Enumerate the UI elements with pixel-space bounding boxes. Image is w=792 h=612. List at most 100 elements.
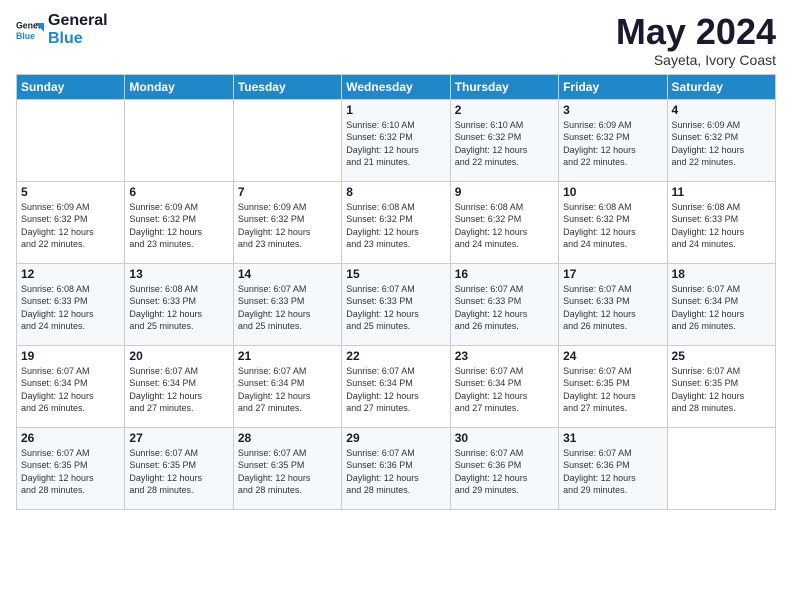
- day-info: Sunrise: 6:07 AMSunset: 6:36 PMDaylight:…: [563, 447, 662, 497]
- day-number: 14: [238, 267, 337, 281]
- day-info: Sunrise: 6:07 AMSunset: 6:34 PMDaylight:…: [129, 365, 228, 415]
- day-info: Sunrise: 6:07 AMSunset: 6:34 PMDaylight:…: [21, 365, 120, 415]
- calendar-cell: 7Sunrise: 6:09 AMSunset: 6:32 PMDaylight…: [233, 181, 341, 263]
- day-info: Sunrise: 6:07 AMSunset: 6:35 PMDaylight:…: [563, 365, 662, 415]
- day-info: Sunrise: 6:07 AMSunset: 6:34 PMDaylight:…: [346, 365, 445, 415]
- calendar-header: SundayMondayTuesdayWednesdayThursdayFrid…: [17, 74, 776, 99]
- day-info: Sunrise: 6:10 AMSunset: 6:32 PMDaylight:…: [455, 119, 554, 169]
- day-info: Sunrise: 6:08 AMSunset: 6:33 PMDaylight:…: [21, 283, 120, 333]
- day-info: Sunrise: 6:07 AMSunset: 6:35 PMDaylight:…: [672, 365, 771, 415]
- calendar-cell: 22 Sunrise: 6:07 AMSunset: 6:34 PMDayligh…: [342, 345, 450, 427]
- day-number: 29: [346, 431, 445, 445]
- weekday-header-sunday: Sunday: [17, 74, 125, 99]
- calendar-cell: 21 Sunrise: 6:07 AMSunset: 6:34 PMDayligh…: [233, 345, 341, 427]
- day-number: 2: [455, 103, 554, 117]
- day-number: 17: [563, 267, 662, 281]
- logo-line2: Blue: [48, 30, 108, 48]
- weekday-header-wednesday: Wednesday: [342, 74, 450, 99]
- calendar-cell: 24 Sunrise: 6:07 AMSunset: 6:35 PMDayligh…: [559, 345, 667, 427]
- day-number: 22: [346, 349, 445, 363]
- title-section: May 2024 Sayeta, Ivory Coast: [616, 12, 776, 68]
- day-info: Sunrise: 6:07 AMSunset: 6:34 PMDaylight:…: [238, 365, 337, 415]
- day-number: 23: [455, 349, 554, 363]
- day-number: 11: [672, 185, 771, 199]
- day-number: 9: [455, 185, 554, 199]
- day-info: Sunrise: 6:07 AMSunset: 6:34 PMDaylight:…: [455, 365, 554, 415]
- calendar-cell: 8 Sunrise: 6:08 AMSunset: 6:32 PMDaylight…: [342, 181, 450, 263]
- calendar-cell: 9 Sunrise: 6:08 AMSunset: 6:32 PMDaylight…: [450, 181, 558, 263]
- calendar-cell: [667, 427, 775, 509]
- svg-text:Blue: Blue: [16, 30, 35, 40]
- day-number: 8: [346, 185, 445, 199]
- day-info: Sunrise: 6:08 AMSunset: 6:33 PMDaylight:…: [672, 201, 771, 251]
- calendar-cell: 2 Sunrise: 6:10 AMSunset: 6:32 PMDaylight…: [450, 99, 558, 181]
- day-info: Sunrise: 6:07 AMSunset: 6:35 PMDaylight:…: [238, 447, 337, 497]
- day-info: Sunrise: 6:07 AMSunset: 6:33 PMDaylight:…: [455, 283, 554, 333]
- day-info: Sunrise: 6:10 AMSunset: 6:32 PMDaylight:…: [346, 119, 445, 169]
- calendar-cell: 23 Sunrise: 6:07 AMSunset: 6:34 PMDayligh…: [450, 345, 558, 427]
- day-number: 24: [563, 349, 662, 363]
- day-number: 25: [672, 349, 771, 363]
- calendar-cell: 13Sunrise: 6:08 AMSunset: 6:33 PMDayligh…: [125, 263, 233, 345]
- day-number: 28: [238, 431, 337, 445]
- day-number: 4: [672, 103, 771, 117]
- logo-wordmark: General Blue: [48, 12, 108, 47]
- calendar-cell: 15Sunrise: 6:07 AMSunset: 6:33 PMDayligh…: [342, 263, 450, 345]
- calendar-cell: 10Sunrise: 6:08 AMSunset: 6:32 PMDayligh…: [559, 181, 667, 263]
- logo: General Blue General Blue: [16, 12, 108, 47]
- weekday-header-tuesday: Tuesday: [233, 74, 341, 99]
- day-info: Sunrise: 6:09 AMSunset: 6:32 PMDaylight:…: [238, 201, 337, 251]
- calendar-week-2: 5 Sunrise: 6:09 AMSunset: 6:32 PMDaylight…: [17, 181, 776, 263]
- weekday-header-thursday: Thursday: [450, 74, 558, 99]
- calendar-cell: 3 Sunrise: 6:09 AMSunset: 6:32 PMDaylight…: [559, 99, 667, 181]
- header: General Blue General Blue May 2024 Sayet…: [16, 12, 776, 68]
- day-info: Sunrise: 6:09 AMSunset: 6:32 PMDaylight:…: [563, 119, 662, 169]
- calendar-cell: 28 Sunrise: 6:07 AMSunset: 6:35 PMDayligh…: [233, 427, 341, 509]
- day-info: Sunrise: 6:07 AMSunset: 6:33 PMDaylight:…: [238, 283, 337, 333]
- day-number: 18: [672, 267, 771, 281]
- calendar-cell: [233, 99, 341, 181]
- month-title: May 2024: [616, 12, 776, 52]
- calendar-cell: 1 Sunrise: 6:10 AMSunset: 6:32 PMDaylight…: [342, 99, 450, 181]
- day-info: Sunrise: 6:08 AMSunset: 6:32 PMDaylight:…: [563, 201, 662, 251]
- calendar-body: 1 Sunrise: 6:10 AMSunset: 6:32 PMDaylight…: [17, 99, 776, 509]
- calendar-cell: 25 Sunrise: 6:07 AMSunset: 6:35 PMDayligh…: [667, 345, 775, 427]
- calendar-cell: 26Sunrise: 6:07 AMSunset: 6:35 PMDayligh…: [17, 427, 125, 509]
- day-number: 12: [21, 267, 120, 281]
- day-number: 30: [455, 431, 554, 445]
- day-info: Sunrise: 6:07 AMSunset: 6:36 PMDaylight:…: [346, 447, 445, 497]
- day-info: Sunrise: 6:09 AMSunset: 6:32 PMDaylight:…: [129, 201, 228, 251]
- calendar-cell: 20Sunrise: 6:07 AMSunset: 6:34 PMDayligh…: [125, 345, 233, 427]
- day-number: 21: [238, 349, 337, 363]
- day-info: Sunrise: 6:07 AMSunset: 6:36 PMDaylight:…: [455, 447, 554, 497]
- day-number: 13: [129, 267, 228, 281]
- weekday-header-friday: Friday: [559, 74, 667, 99]
- calendar-cell: 4Sunrise: 6:09 AMSunset: 6:32 PMDaylight…: [667, 99, 775, 181]
- calendar-cell: 29 Sunrise: 6:07 AMSunset: 6:36 PMDayligh…: [342, 427, 450, 509]
- day-info: Sunrise: 6:08 AMSunset: 6:32 PMDaylight:…: [346, 201, 445, 251]
- day-number: 31: [563, 431, 662, 445]
- day-number: 3: [563, 103, 662, 117]
- calendar-table: SundayMondayTuesdayWednesdayThursdayFrid…: [16, 74, 776, 510]
- day-number: 1: [346, 103, 445, 117]
- calendar-cell: 31 Sunrise: 6:07 AMSunset: 6:36 PMDayligh…: [559, 427, 667, 509]
- calendar-cell: 19Sunrise: 6:07 AMSunset: 6:34 PMDayligh…: [17, 345, 125, 427]
- day-number: 27: [129, 431, 228, 445]
- weekday-header-row: SundayMondayTuesdayWednesdayThursdayFrid…: [17, 74, 776, 99]
- calendar-cell: 11 Sunrise: 6:08 AMSunset: 6:33 PMDayligh…: [667, 181, 775, 263]
- day-info: Sunrise: 6:08 AMSunset: 6:32 PMDaylight:…: [455, 201, 554, 251]
- calendar-week-3: 12 Sunrise: 6:08 AMSunset: 6:33 PMDayligh…: [17, 263, 776, 345]
- day-info: Sunrise: 6:07 AMSunset: 6:33 PMDaylight:…: [563, 283, 662, 333]
- day-number: 5: [21, 185, 120, 199]
- day-info: Sunrise: 6:07 AMSunset: 6:34 PMDaylight:…: [672, 283, 771, 333]
- day-info: Sunrise: 6:07 AMSunset: 6:33 PMDaylight:…: [346, 283, 445, 333]
- calendar-cell: [125, 99, 233, 181]
- day-number: 16: [455, 267, 554, 281]
- calendar-week-1: 1 Sunrise: 6:10 AMSunset: 6:32 PMDaylight…: [17, 99, 776, 181]
- calendar-cell: [17, 99, 125, 181]
- day-number: 6: [129, 185, 228, 199]
- calendar-cell: 18 Sunrise: 6:07 AMSunset: 6:34 PMDayligh…: [667, 263, 775, 345]
- calendar-cell: 30 Sunrise: 6:07 AMSunset: 6:36 PMDayligh…: [450, 427, 558, 509]
- calendar-cell: 5 Sunrise: 6:09 AMSunset: 6:32 PMDaylight…: [17, 181, 125, 263]
- day-info: Sunrise: 6:09 AMSunset: 6:32 PMDaylight:…: [21, 201, 120, 251]
